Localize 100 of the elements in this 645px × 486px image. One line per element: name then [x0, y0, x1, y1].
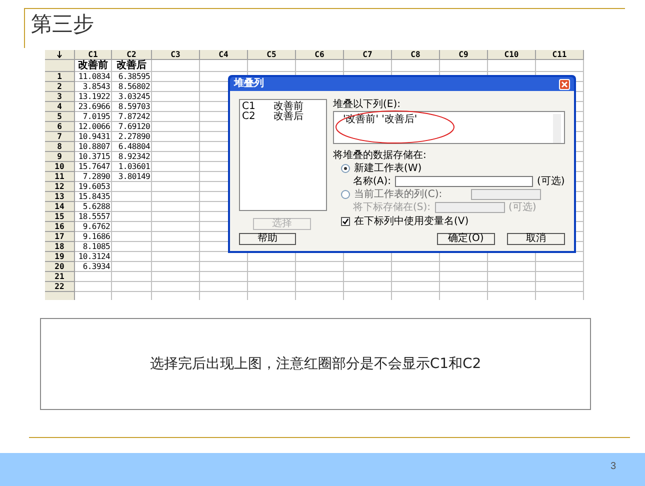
column-header[interactable]: C5	[248, 50, 296, 60]
table-cell	[392, 262, 440, 272]
table-cell	[488, 272, 536, 282]
table-cell	[296, 272, 344, 282]
text-field[interactable]	[395, 176, 534, 187]
row-header[interactable]: 14	[45, 202, 75, 212]
table-cell: 10.8807	[75, 142, 112, 152]
variable-item[interactable]: C1 改善前	[242, 102, 324, 112]
close-icon	[561, 80, 568, 88]
row-header[interactable]: 12	[45, 182, 75, 192]
table-cell: 9.6762	[75, 222, 112, 232]
table-cell: 10.9431	[75, 132, 112, 142]
radio-label[interactable]: 新建工作表(W)	[354, 163, 422, 174]
column-header[interactable]: C2	[112, 50, 152, 60]
column-field[interactable]	[471, 189, 541, 200]
table-cell	[296, 60, 344, 72]
table-cell	[248, 60, 296, 72]
radio-label[interactable]: 当前工作表的列(C):	[354, 189, 442, 200]
table-cell	[296, 262, 344, 272]
table-cell: 6.3934	[75, 262, 112, 272]
table-cell	[112, 262, 152, 272]
variable-item[interactable]: C2 改善后	[242, 112, 324, 122]
dialog-button[interactable]: 取消	[507, 233, 565, 245]
table-cell	[344, 272, 392, 282]
row-header[interactable]: 16	[45, 222, 75, 232]
row-header[interactable]: 4	[45, 102, 75, 112]
table-cell	[344, 282, 392, 292]
row-header[interactable]: 9	[45, 152, 75, 162]
table-cell: 23.6966	[75, 102, 112, 112]
row-header[interactable]: 7	[45, 132, 75, 142]
column-name: 改善前	[75, 60, 112, 72]
table-cell	[112, 192, 152, 202]
table-cell: 10.3715	[75, 152, 112, 162]
row-header[interactable]: 19	[45, 252, 75, 262]
table-cell: 6.48804	[112, 142, 152, 152]
row-header[interactable]: 8	[45, 142, 75, 152]
column-name: 改善后	[112, 60, 152, 72]
table-cell: 19.6053	[75, 182, 112, 192]
row-header[interactable]: 1	[45, 72, 75, 82]
page-number: 3	[610, 462, 616, 472]
row-header[interactable]: 22	[45, 282, 75, 292]
table-cell	[112, 182, 152, 192]
table-cell	[536, 272, 584, 282]
row-header[interactable]: 3	[45, 92, 75, 102]
close-button[interactable]	[559, 78, 570, 90]
table-cell	[200, 60, 248, 72]
column-header[interactable]: C4	[200, 50, 248, 60]
table-cell	[440, 282, 488, 292]
row-header[interactable]: 13	[45, 192, 75, 202]
column-header[interactable]: C11	[536, 50, 584, 60]
table-cell	[488, 262, 536, 272]
dialog-button[interactable]: 帮助	[239, 233, 296, 245]
table-cell	[392, 272, 440, 282]
table-cell	[536, 262, 584, 272]
caption-text: 选择完后出现上图，注意红圈部分是不会显示C1和C2	[150, 354, 482, 374]
field-label: 堆叠以下列(E):	[333, 99, 400, 110]
row-header[interactable]: 11	[45, 172, 75, 182]
table-cell: 15.8435	[75, 192, 112, 202]
table-cell	[536, 282, 584, 292]
column-header[interactable]: C6	[296, 50, 344, 60]
row-header[interactable]: 10	[45, 162, 75, 172]
column-header[interactable]: C9	[440, 50, 488, 60]
table-cell	[440, 272, 488, 282]
radio-button[interactable]	[341, 164, 350, 173]
row-header[interactable]: 21	[45, 272, 75, 282]
row-header[interactable]: 20	[45, 262, 75, 272]
checkbox[interactable]	[341, 217, 350, 226]
corner-cell[interactable]	[45, 50, 75, 60]
radio-button[interactable]	[341, 190, 350, 199]
column-header[interactable]: C7	[344, 50, 392, 60]
text-field[interactable]	[434, 202, 505, 213]
dialog-button[interactable]: 确定(O)	[437, 233, 495, 245]
table-cell: 11.0834	[75, 72, 112, 82]
table-cell: 7.69120	[112, 122, 152, 132]
table-cell	[440, 60, 488, 72]
field-label: 将下标存储在(S):	[353, 202, 431, 213]
column-header[interactable]: C10	[488, 50, 536, 60]
down-arrow-icon	[57, 51, 62, 58]
table-cell: 8.92342	[112, 152, 152, 162]
table-cell	[75, 282, 112, 292]
table-cell: 3.8543	[75, 82, 112, 92]
table-cell	[112, 242, 152, 252]
row-header[interactable]: 6	[45, 122, 75, 132]
row-header[interactable]: 17	[45, 232, 75, 242]
row-header	[45, 60, 75, 72]
row-header[interactable]: 18	[45, 242, 75, 252]
row-header	[45, 292, 75, 300]
column-header[interactable]: C8	[392, 50, 440, 60]
checkbox-label[interactable]: 在下标列中使用变量名(V)	[354, 216, 469, 227]
table-cell: 8.1085	[75, 242, 112, 252]
row-header[interactable]: 15	[45, 212, 75, 222]
table-cell	[152, 282, 200, 292]
row-header[interactable]: 2	[45, 82, 75, 92]
column-header[interactable]: C1	[75, 50, 112, 60]
table-cell: 6.38595	[112, 72, 152, 82]
row-header[interactable]: 5	[45, 112, 75, 122]
table-cell: 5.6288	[75, 202, 112, 212]
table-cell	[200, 262, 248, 272]
column-header[interactable]: C3	[152, 50, 200, 60]
table-cell	[296, 282, 344, 292]
